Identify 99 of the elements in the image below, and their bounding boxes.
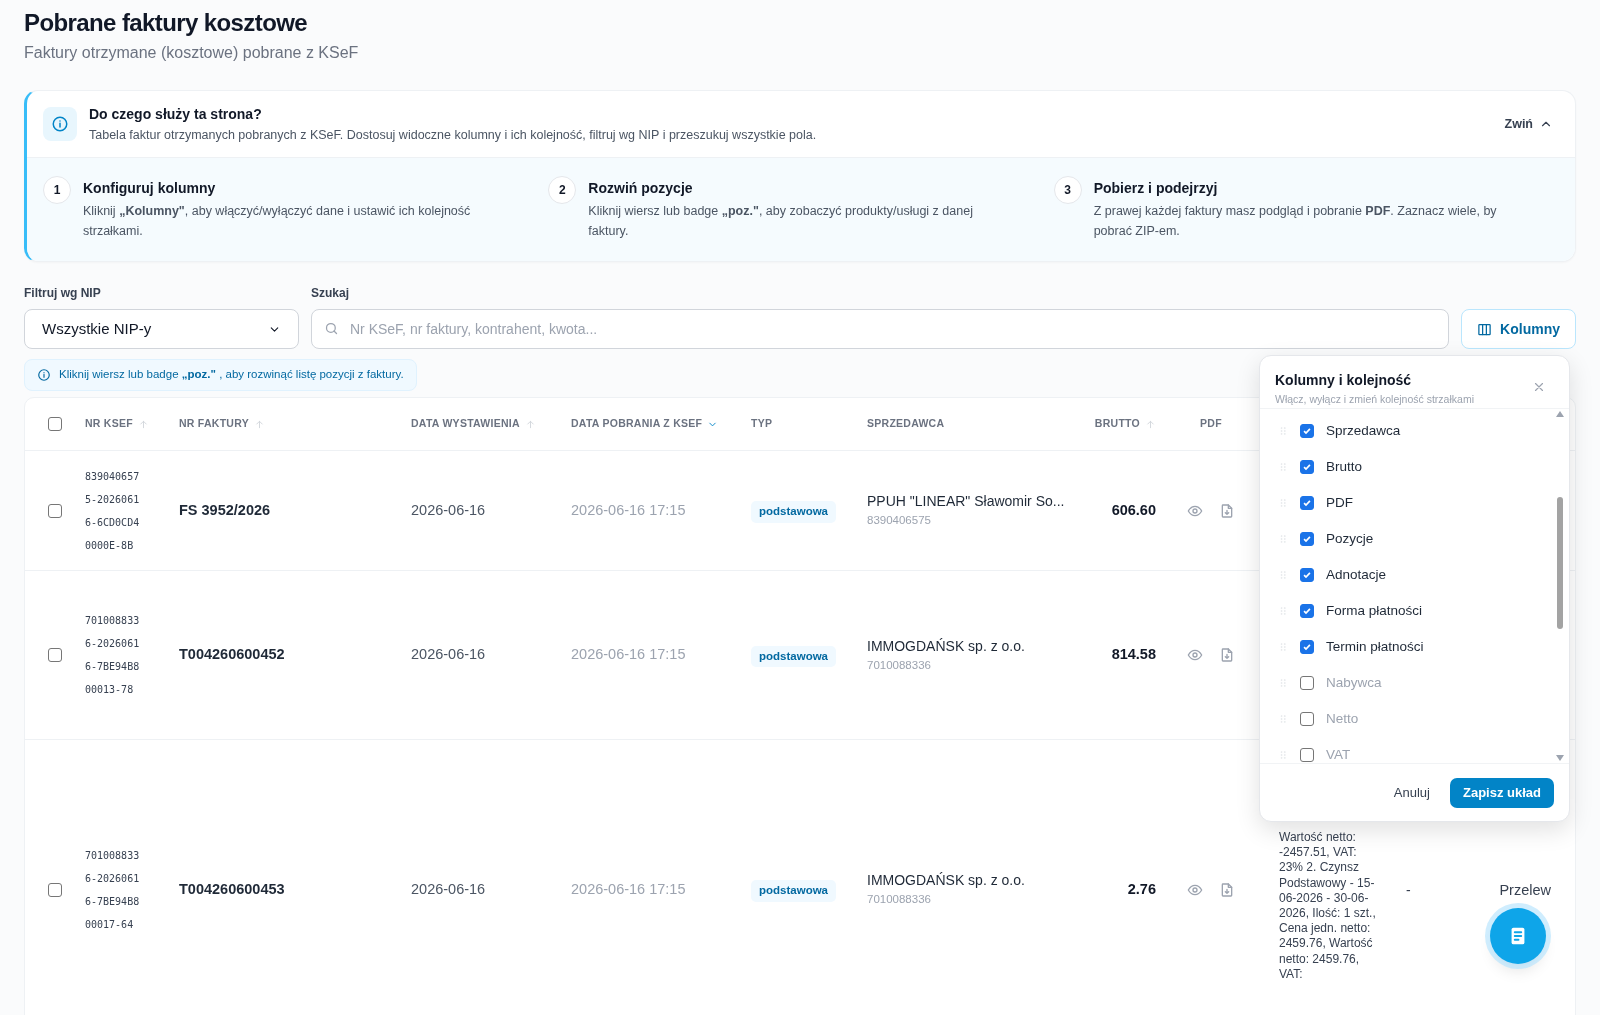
invoice-number: T004260600453 [179, 879, 286, 899]
seller-nip: 8390406575 [867, 513, 932, 529]
checkbox[interactable] [48, 417, 62, 431]
scrollbar[interactable] [1556, 411, 1564, 761]
column-option[interactable]: Adnotacje [1260, 557, 1569, 593]
checkbox[interactable] [1300, 460, 1314, 474]
column-header: SPRZEDAWCA [867, 416, 945, 432]
checkbox[interactable] [48, 882, 62, 897]
gross-amount: 2.76 [1126, 879, 1157, 899]
column-header[interactable]: NR FAKTURY [179, 416, 265, 432]
issue-date: 2026-06-16 [411, 645, 487, 665]
column-header: TYP [751, 416, 773, 432]
column-header[interactable]: NR KSEF [85, 416, 149, 432]
step-title: Pobierz i podejrzyj [1093, 179, 1219, 198]
checkbox[interactable] [1300, 748, 1314, 762]
checkbox[interactable] [1300, 640, 1314, 654]
download-file-icon[interactable] [1219, 647, 1235, 663]
type-badge: podstawowa [751, 501, 836, 523]
column-header[interactable]: DATA WYSTAWIENIA [411, 416, 536, 432]
invoice-number: FS 3952/2026 [179, 500, 272, 520]
checkbox[interactable] [48, 648, 62, 662]
check-icon [1302, 606, 1312, 616]
scroll-down-icon[interactable] [1556, 755, 1564, 761]
step-number: 3 [1053, 176, 1082, 204]
ksef-number: 839040657 5-2026061 6-6CD0CD4 0000E-8B [85, 469, 141, 553]
step-text: Z prawej każdej faktury masz podgląd i pobranie PDF. Zaznacz wiele, by pobrać ZIP-em. [1093, 203, 1498, 240]
checkbox[interactable] [48, 503, 62, 518]
checkbox[interactable] [1300, 496, 1314, 510]
seller-nip: 7010088336 [867, 892, 932, 908]
payment-method: Przelew [1499, 881, 1551, 898]
download-date: 2026-06-16 17:15 [571, 645, 687, 665]
seller-name: PPUH "LINEAR" Sławomir So... [867, 492, 1066, 512]
check-icon [1302, 498, 1312, 508]
eye-icon[interactable] [1187, 647, 1203, 663]
search-field[interactable]: Nr KSeF, nr faktury, kontrahent, kwota... [311, 309, 1450, 349]
type-badge: podstawowa [751, 645, 836, 668]
search-label: Szukaj [311, 285, 350, 302]
checkbox[interactable] [1300, 532, 1314, 546]
hint-text: Kliknij wiersz lub badge „poz." , aby rozwinąć listę pozycji z faktury. [59, 367, 404, 383]
download-file-icon[interactable] [1219, 881, 1235, 898]
download-file-icon[interactable] [1219, 502, 1235, 519]
page-subtitle: Faktury otrzymane (kosztowe) pobrane z KSeF [24, 43, 360, 63]
info-icon [37, 368, 51, 382]
annotations-value: - [1406, 881, 1411, 898]
type-badge: podstawowa [751, 880, 836, 902]
columns-icon [1477, 321, 1493, 337]
nip-select[interactable]: Wszystkie NIP-y [24, 309, 299, 349]
ksef-number: 701008833 6-2026061 6-7BE94B8 00013-78 [85, 614, 141, 697]
collapse-button[interactable]: Zwiń [1504, 114, 1553, 134]
info-title: Do czego służy ta strona? [89, 104, 263, 124]
issue-date: 2026-06-16 [411, 879, 487, 899]
column-header[interactable]: DATA POBRANIA Z KSEF [571, 416, 719, 432]
seller-name: IMMOGDAŃSK sp. z o.o. [867, 871, 1026, 891]
step-text: Kliknij „Kolumny", aby włączyć/wyłączyć dane i ustawić ich kolejność strzałkami. [83, 203, 472, 240]
info-text: Tabela faktur otrzymanych pobranych z KSeF. Dostosuj widoczne kolumny i ich kolejność, filtruj wg NIP i przeszukuj wszystkie pola. [89, 126, 818, 144]
download-date: 2026-06-16 17:15 [571, 879, 687, 899]
check-icon [1302, 426, 1312, 436]
close-icon[interactable] [1532, 380, 1546, 394]
seller-name: IMMOGDAŃSK sp. z o.o. [867, 636, 1026, 656]
gross-amount: 814.58 [1110, 645, 1157, 665]
columns-button[interactable]: Kolumny [1461, 309, 1576, 349]
check-icon [1302, 462, 1312, 472]
download-date: 2026-06-16 17:15 [571, 500, 687, 520]
ksef-number: 701008833 6-2026061 6-7BE94B8 00017-64 [85, 848, 141, 932]
check-icon [1302, 642, 1312, 652]
step-number: 2 [548, 176, 577, 204]
column-option[interactable]: Pozycje [1260, 521, 1569, 557]
checkbox[interactable] [1300, 568, 1314, 582]
cancel-button[interactable]: Anuluj [1389, 782, 1434, 803]
column-header[interactable]: BRUTTO [1094, 416, 1156, 432]
column-option[interactable]: Sprzedawca [1260, 413, 1569, 449]
gross-amount: 606.60 [1110, 500, 1157, 520]
checkbox[interactable] [1300, 676, 1314, 690]
search-icon [324, 321, 339, 336]
issue-date: 2026-06-16 [411, 500, 487, 520]
page-title: Pobrane faktury kosztowe [24, 9, 308, 37]
popup-subtitle: Włącz, wyłącz i zmień kolejność strzałkami [1275, 392, 1474, 407]
checkbox[interactable] [1300, 604, 1314, 618]
check-icon [1302, 534, 1312, 544]
column-header: PDF [1200, 416, 1222, 432]
step-title: Konfiguruj kolumny [83, 179, 217, 198]
scroll-up-icon[interactable] [1556, 411, 1564, 417]
checkbox[interactable] [1300, 424, 1314, 438]
checkbox[interactable] [1300, 712, 1314, 726]
column-option[interactable]: Brutto [1260, 449, 1569, 485]
items-description: Wartość netto: -2457.51, VAT: 23% 2. Czynsz Podstawowy - 15-06-2026 - 30-06-2026, Ilość: 1 szt., Cena jedn. netto: 2459.76, Wartość netto: 2459.76, VAT: [1279, 830, 1377, 983]
check-icon [1302, 570, 1312, 580]
info-icon [51, 115, 69, 133]
column-option[interactable]: Forma płatności [1260, 593, 1569, 629]
popup-title: Kolumny i kolejność [1275, 371, 1413, 390]
step-text: Kliknij wiersz lub badge „poz.", aby zobaczyć produkty/usługi z danej faktury. [588, 203, 974, 240]
invoice-number: T004260600452 [179, 645, 286, 665]
step-title: Rozwiń pozycje [588, 179, 694, 198]
seller-nip: 7010088336 [867, 657, 932, 673]
step-number: 1 [43, 176, 71, 204]
save-button[interactable]: Zapisz układ [1449, 777, 1554, 808]
filter-label: Filtruj wg NIP [24, 285, 102, 302]
column-option[interactable]: Termin płatności [1260, 629, 1569, 665]
column-option[interactable]: PDF [1260, 485, 1569, 521]
